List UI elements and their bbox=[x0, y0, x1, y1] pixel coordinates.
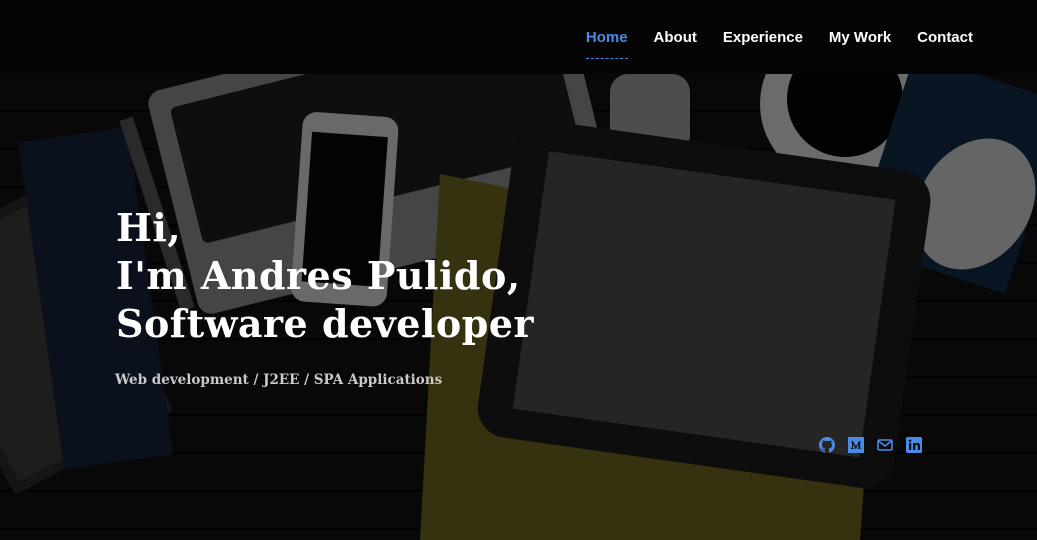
hero-heading: Hi, I'm Andres Pulido, Software develope… bbox=[116, 204, 534, 348]
hero-subtitle: Web development / J2EE / SPA Application… bbox=[115, 372, 443, 388]
linkedin-icon[interactable] bbox=[906, 437, 922, 453]
email-icon[interactable] bbox=[877, 437, 893, 453]
nav-link-my-work[interactable]: My Work bbox=[829, 29, 891, 47]
top-navbar: Home About Experience My Work Contact bbox=[0, 0, 1037, 74]
hero-section: Hi, I'm Andres Pulido, Software develope… bbox=[0, 74, 1037, 540]
nav-menu: Home About Experience My Work Contact bbox=[585, 29, 973, 59]
hero-greeting: Hi, bbox=[116, 205, 182, 250]
nav-link-experience[interactable]: Experience bbox=[723, 29, 803, 47]
hero-name: I'm Andres Pulido, bbox=[116, 253, 521, 298]
nav-link-contact[interactable]: Contact bbox=[917, 29, 973, 47]
medium-icon[interactable] bbox=[848, 437, 864, 453]
nav-link-home[interactable]: Home bbox=[585, 29, 628, 59]
nav-link-about[interactable]: About bbox=[654, 29, 697, 47]
github-icon[interactable] bbox=[819, 437, 835, 453]
hero-role: Software developer bbox=[116, 301, 535, 346]
social-links bbox=[819, 437, 922, 453]
